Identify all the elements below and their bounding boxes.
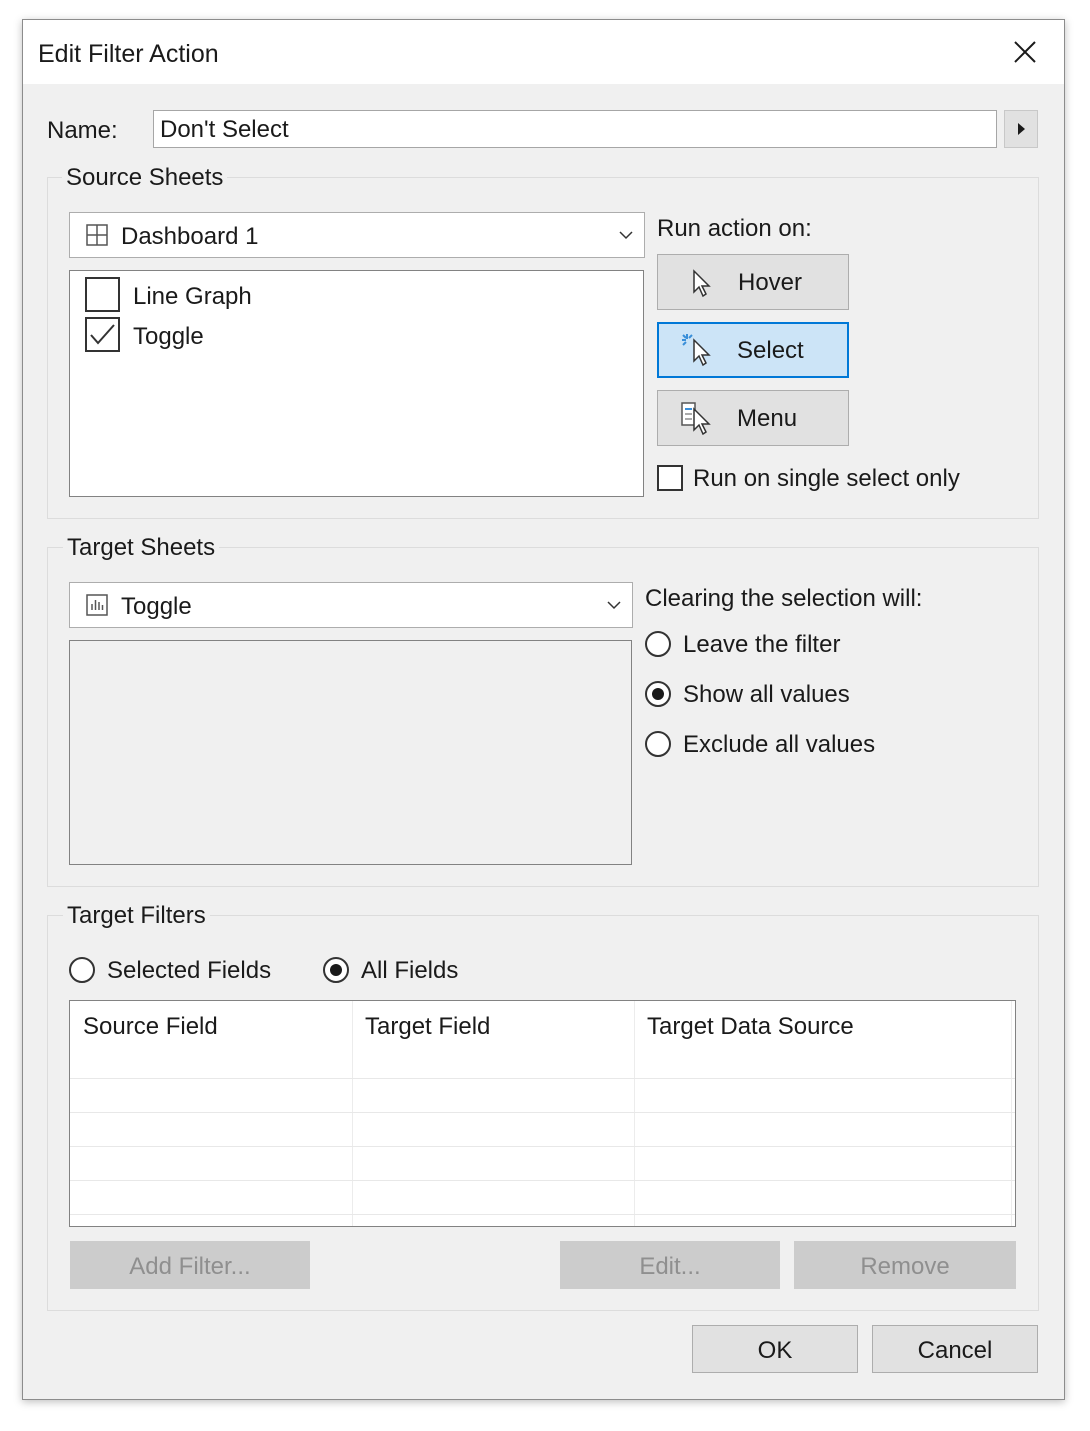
mode-label: Selected Fields [107, 957, 272, 984]
mode-all-fields[interactable]: All Fields [323, 956, 483, 986]
clearing-label: Clearing the selection will: [645, 585, 923, 612]
source-sheet-item[interactable]: Toggle [85, 317, 605, 353]
clearing-option-label: Exclude all values [683, 731, 876, 758]
clearing-option-show-all[interactable]: Show all values [645, 680, 945, 710]
target-sheets-list[interactable] [69, 640, 632, 865]
name-input-value: Don't Select [160, 116, 289, 143]
single-select-label: Run on single select only [693, 465, 960, 492]
close-icon [1014, 41, 1036, 63]
name-menu-button[interactable] [1004, 110, 1038, 148]
table-row-divider [70, 1078, 1015, 1079]
mode-selected-fields[interactable]: Selected Fields [69, 956, 279, 986]
target-sheet-dropdown[interactable]: Toggle [69, 582, 633, 628]
ok-button[interactable]: OK [692, 1325, 858, 1373]
source-sheet-item[interactable]: Line Graph [85, 277, 605, 313]
chevron-down-icon [619, 231, 633, 240]
hover-button-label: Hover [738, 269, 803, 296]
hover-button[interactable]: Hover [657, 254, 849, 310]
source-sheet-checkbox[interactable] [85, 277, 120, 312]
worksheet-icon [86, 594, 108, 616]
column-header-target-field[interactable]: Target Field [365, 1013, 490, 1041]
clearing-option-label: Leave the filter [683, 631, 841, 658]
radio-button[interactable] [69, 957, 95, 983]
edit-button[interactable]: Edit... [560, 1241, 780, 1289]
source-sheet-dropdown[interactable]: Dashboard 1 [69, 212, 645, 258]
target-sheet-selected: Toggle [121, 593, 192, 620]
clearing-option-leave[interactable]: Leave the filter [645, 630, 945, 660]
chevron-down-icon [607, 601, 621, 610]
column-divider [634, 1001, 635, 1226]
dashboard-icon [86, 224, 108, 246]
column-header-target-data-source[interactable]: Target Data Source [647, 1013, 854, 1041]
column-header-source-field[interactable]: Source Field [83, 1013, 218, 1041]
target-sheets-legend: Target Sheets [63, 534, 220, 562]
source-sheet-selected: Dashboard 1 [121, 223, 259, 250]
run-action-label: Run action on: [657, 215, 812, 242]
radio-dot [652, 688, 664, 700]
field-mapping-table[interactable]: Source Field Target Field Target Data So… [69, 1000, 1016, 1227]
target-filters-legend: Target Filters [63, 902, 210, 930]
table-row-divider [70, 1180, 1015, 1181]
cancel-button[interactable]: Cancel [872, 1325, 1038, 1373]
single-select-checkbox[interactable] [657, 465, 683, 491]
name-label: Name: [47, 117, 118, 144]
radio-dot [330, 964, 342, 976]
add-filter-button[interactable]: Add Filter... [70, 1241, 310, 1289]
hover-cursor-icon [693, 269, 711, 298]
radio-button[interactable] [323, 957, 349, 983]
column-divider [352, 1001, 353, 1226]
select-cursor-icon [682, 334, 711, 367]
source-sheet-item-label: Toggle [133, 323, 204, 350]
close-button[interactable] [1008, 35, 1042, 69]
checkmark-icon [90, 324, 115, 345]
menu-cursor-icon [681, 402, 711, 435]
clearing-option-exclude-all[interactable]: Exclude all values [645, 730, 945, 760]
remove-button[interactable]: Remove [794, 1241, 1016, 1289]
select-button-label: Select [737, 337, 804, 364]
source-sheets-list[interactable]: Line Graph Toggle [69, 270, 644, 497]
table-row-divider [70, 1146, 1015, 1147]
radio-button[interactable] [645, 681, 671, 707]
source-sheet-checkbox[interactable] [85, 317, 120, 352]
menu-button[interactable]: Menu [657, 390, 849, 446]
select-button[interactable]: Select [657, 322, 849, 378]
name-input[interactable]: Don't Select [153, 110, 997, 148]
table-row-divider [70, 1214, 1015, 1215]
column-divider [1011, 1001, 1012, 1226]
mode-label: All Fields [361, 957, 459, 984]
source-sheet-item-label: Line Graph [133, 283, 252, 310]
table-row-divider [70, 1112, 1015, 1113]
triangle-right-icon [1018, 123, 1025, 135]
dialog-title: Edit Filter Action [38, 40, 219, 68]
menu-button-label: Menu [737, 405, 798, 432]
source-sheets-legend: Source Sheets [62, 164, 228, 192]
clearing-option-label: Show all values [683, 681, 850, 708]
radio-button[interactable] [645, 631, 671, 657]
radio-button[interactable] [645, 731, 671, 757]
